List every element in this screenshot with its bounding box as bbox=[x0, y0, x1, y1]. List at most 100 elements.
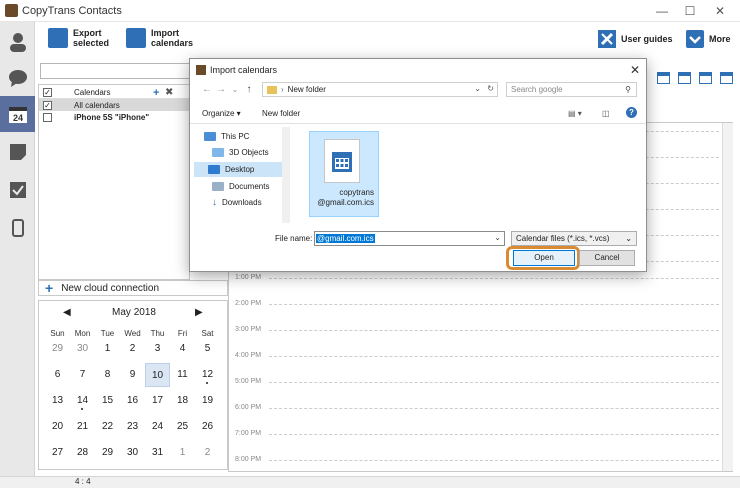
day-number: 26 bbox=[201, 421, 214, 432]
all-calendars-checkbox[interactable]: ✓ bbox=[43, 100, 52, 110]
nav-item-3d-objects[interactable]: 3D Objects bbox=[212, 145, 269, 160]
hour-line[interactable] bbox=[269, 330, 719, 331]
import-calendars-button[interactable]: Import calendars bbox=[126, 28, 193, 48]
mini-calendar-day[interactable]: 2 bbox=[195, 441, 220, 465]
view-options-icon[interactable]: ▤ ▾ bbox=[568, 109, 582, 118]
week-view-icon[interactable] bbox=[678, 72, 691, 84]
hour-line[interactable] bbox=[269, 434, 719, 435]
dialog-close-icon[interactable]: ✕ bbox=[630, 63, 640, 77]
mini-calendar-day[interactable]: 27 bbox=[45, 441, 70, 465]
hour-line[interactable] bbox=[269, 278, 719, 279]
minimize-icon[interactable]: — bbox=[648, 3, 676, 19]
sidebar-contacts[interactable] bbox=[0, 24, 35, 60]
file-name-dropdown-icon[interactable]: ⌄ bbox=[494, 233, 501, 242]
nav-item-documents[interactable]: Documents bbox=[212, 179, 269, 194]
day-view-scrollbar[interactable] bbox=[722, 123, 733, 471]
refresh-icon[interactable]: ↻ bbox=[487, 84, 494, 93]
mini-calendar-day[interactable]: 28 bbox=[70, 441, 95, 465]
select-all-checkbox[interactable]: ✓ bbox=[43, 88, 52, 97]
address-bar[interactable]: › New folder ⌄ ↻ bbox=[262, 82, 498, 97]
mini-calendar-day[interactable]: 26 bbox=[195, 415, 220, 439]
hour-line[interactable] bbox=[269, 460, 719, 461]
calendar-row-device[interactable]: iPhone 5S "iPhone" bbox=[39, 111, 191, 123]
hour-line[interactable] bbox=[269, 304, 719, 305]
new-folder-button[interactable]: New folder bbox=[262, 109, 300, 118]
mini-calendar-day[interactable]: 9 bbox=[120, 363, 145, 387]
hour-line[interactable] bbox=[269, 356, 719, 357]
export-selected-button[interactable]: Export selected bbox=[48, 28, 109, 48]
sidebar-device[interactable] bbox=[0, 210, 35, 246]
mini-calendar-day[interactable]: 23 bbox=[120, 415, 145, 439]
user-guides-button[interactable]: User guides bbox=[598, 30, 673, 48]
nav-pane-scrollbar[interactable] bbox=[282, 127, 290, 223]
mini-calendar-day[interactable]: 1 bbox=[170, 441, 195, 465]
mini-calendar-day[interactable]: 4 bbox=[170, 337, 195, 361]
day-view-icon[interactable] bbox=[720, 72, 733, 84]
hour-line[interactable] bbox=[269, 382, 719, 383]
file-list: copytrans @gmail.com.ics bbox=[295, 127, 645, 223]
mini-calendar-day[interactable]: 30 bbox=[120, 441, 145, 465]
up-icon[interactable]: ↑ bbox=[242, 84, 256, 95]
forward-icon[interactable]: → bbox=[214, 84, 228, 95]
mini-calendar-day[interactable]: 16 bbox=[120, 389, 145, 413]
mini-calendar-day[interactable]: 5 bbox=[195, 337, 220, 361]
new-cloud-connection-button[interactable]: + New cloud connection bbox=[38, 280, 228, 296]
nav-item-downloads[interactable]: ↓ Downloads bbox=[212, 195, 262, 210]
mini-calendar-day[interactable]: 18 bbox=[170, 389, 195, 413]
calendar-row-all[interactable]: ✓ All calendars bbox=[39, 99, 191, 111]
mini-calendar-day[interactable]: 19 bbox=[195, 389, 220, 413]
mini-calendar-day[interactable]: 17 bbox=[145, 389, 170, 413]
sidebar-notes[interactable] bbox=[0, 134, 35, 170]
mini-calendar-day[interactable]: 10 bbox=[145, 363, 170, 387]
organize-button[interactable]: Organize ▾ bbox=[202, 109, 241, 118]
add-calendar-icon[interactable]: + bbox=[153, 87, 159, 99]
mini-calendar-day[interactable]: 6 bbox=[45, 363, 70, 387]
mini-calendar-day[interactable]: 2 bbox=[120, 337, 145, 361]
file-item-ics[interactable]: copytrans @gmail.com.ics bbox=[309, 131, 379, 217]
mini-calendar-day[interactable]: 15 bbox=[95, 389, 120, 413]
history-dropdown-icon[interactable]: ⌄ bbox=[228, 85, 242, 94]
mini-calendar-day[interactable]: 30 bbox=[70, 337, 95, 361]
remove-calendar-icon[interactable]: ✖ bbox=[165, 87, 173, 98]
file-type-select[interactable]: Calendar files (*.ics, *.vcs) ⌄ bbox=[511, 231, 637, 246]
day-number: 14 bbox=[76, 395, 89, 406]
mini-calendar-day[interactable]: 3 bbox=[145, 337, 170, 361]
mini-calendar-day[interactable]: 12 bbox=[195, 363, 220, 387]
month-view-icon[interactable] bbox=[657, 72, 670, 84]
sidebar-tasks[interactable] bbox=[0, 172, 35, 208]
mini-calendar-day[interactable]: 20 bbox=[45, 415, 70, 439]
cancel-button[interactable]: Cancel bbox=[579, 250, 635, 266]
mini-calendar-day[interactable]: 8 bbox=[95, 363, 120, 387]
maximize-icon[interactable]: ☐ bbox=[676, 3, 704, 19]
file-name-input[interactable]: @gmail.com.ics ⌄ bbox=[314, 231, 505, 246]
mini-calendar-day[interactable]: 25 bbox=[170, 415, 195, 439]
mini-calendar-day[interactable]: 21 bbox=[70, 415, 95, 439]
hour-line[interactable] bbox=[269, 408, 719, 409]
sidebar-calendar[interactable]: 24 bbox=[0, 96, 35, 132]
mini-calendar-day[interactable]: 31 bbox=[145, 441, 170, 465]
sidebar-messages[interactable] bbox=[0, 60, 35, 96]
mini-calendar-day[interactable]: 29 bbox=[45, 337, 70, 361]
back-icon[interactable]: ← bbox=[200, 84, 214, 95]
workweek-view-icon[interactable] bbox=[699, 72, 712, 84]
mini-calendar-day[interactable]: 7 bbox=[70, 363, 95, 387]
preview-pane-icon[interactable]: ◫ bbox=[602, 109, 610, 118]
open-button[interactable]: Open bbox=[513, 250, 575, 266]
nav-item-desktop[interactable]: Desktop bbox=[194, 162, 282, 177]
contacts-search-input[interactable] bbox=[40, 63, 190, 79]
mini-calendar-day[interactable]: 13 bbox=[45, 389, 70, 413]
device-calendar-checkbox[interactable] bbox=[43, 112, 52, 122]
close-icon[interactable]: ✕ bbox=[706, 3, 734, 19]
mini-calendar-day[interactable]: 14 bbox=[70, 389, 95, 413]
more-button[interactable]: More bbox=[686, 30, 731, 48]
next-month-icon[interactable]: ▶ bbox=[195, 307, 203, 318]
help-icon[interactable]: ? bbox=[626, 107, 637, 118]
mini-calendar-day[interactable]: 24 bbox=[145, 415, 170, 439]
search-folder-input[interactable]: Search google ⚲ bbox=[506, 82, 637, 97]
mini-calendar-day[interactable]: 1 bbox=[95, 337, 120, 361]
mini-calendar-day[interactable]: 22 bbox=[95, 415, 120, 439]
address-dropdown-icon[interactable]: ⌄ bbox=[474, 84, 481, 93]
mini-calendar-day[interactable]: 11 bbox=[170, 363, 195, 387]
nav-item-this-pc[interactable]: This PC bbox=[204, 129, 249, 144]
mini-calendar-day[interactable]: 29 bbox=[95, 441, 120, 465]
